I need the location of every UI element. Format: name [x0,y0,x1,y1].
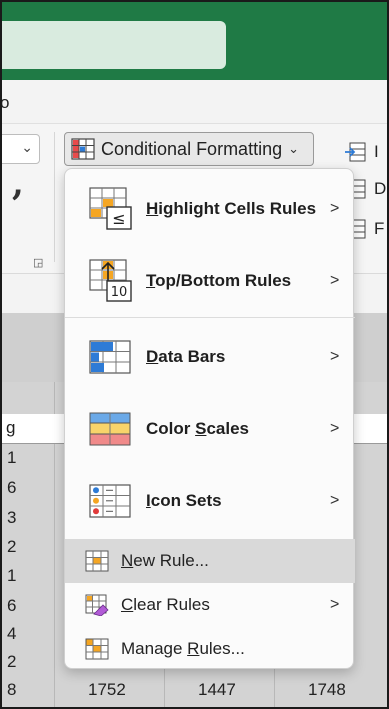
menu-item-label: Top/Bottom Rules [146,271,292,290]
highlight-cells-icon: ≤ [89,187,132,230]
menu-item-data-bars[interactable]: Data Bars > [65,321,355,393]
menu-item-label: New Rule... [121,551,209,570]
dialog-launcher-icon[interactable]: ◲ [33,256,43,269]
table-cell[interactable]: 6 [7,478,16,498]
svg-text:10: 10 [111,285,128,300]
menu-item-clear-rules[interactable]: Clear Rules > [65,583,355,627]
manage-rules-icon [85,638,109,660]
table-cell[interactable]: 4 [7,624,16,644]
table-cell[interactable]: 6 [7,596,16,616]
chevron-right-icon: > [330,272,340,289]
table-cell[interactable]: 2 [7,537,16,557]
search-box[interactable] [2,21,226,69]
menu-item-label: Clear Rules [121,595,210,614]
menu-item-new-rule[interactable]: New Rule... [65,539,355,583]
menu-item-label: Highlight Cells Rules [146,199,317,218]
comma-style-button[interactable]: , [12,164,24,204]
header-cell[interactable]: g [6,418,15,438]
insert-cells-icon [345,142,366,162]
conditional-formatting-icon [71,138,95,160]
number-format-dropdown[interactable]: ⌄ [2,134,40,164]
menu-item-icon-sets[interactable]: Icon Sets > [65,465,355,537]
menu-strip: o [2,80,387,124]
chevron-right-icon: > [330,596,340,613]
menu-item-label: Icon Sets [146,491,222,510]
conditional-formatting-menu: ≤ Highlight Cells Rules > 10 Top/Bottom … [64,168,355,671]
menu-item-top-bottom-rules[interactable]: 10 Top/Bottom Rules > [65,245,355,317]
menu-item-highlight-cells-rules[interactable]: ≤ Highlight Cells Rules > [65,173,355,245]
clear-rules-icon [85,594,109,616]
menu-item-label: Data Bars [146,347,226,366]
chevron-down-icon: ⌄ [288,141,299,156]
conditional-formatting-label: Conditional Formatting [101,138,283,159]
table-cell[interactable]: 1447 [198,680,236,700]
conditional-formatting-button[interactable]: Conditional Formatting ⌄ [64,132,314,166]
chevron-right-icon: > [330,492,340,509]
chevron-right-icon: > [330,420,340,437]
table-cell[interactable]: 3 [7,508,16,528]
menu-item-label: Manage Rules... [121,639,245,658]
table-cell[interactable]: 1 [7,566,16,586]
excel-window: o ⌄ , ◲ Conditional Formatting ⌄ I D F g… [0,0,389,709]
menu-item-color-scales[interactable]: Color Scales > [65,393,355,465]
new-rule-icon [85,550,109,572]
table-cell[interactable]: 2 [7,652,16,672]
insert-cells-button[interactable]: I [344,139,387,165]
menu-divider [65,317,355,318]
table-cell[interactable]: 8 [7,680,16,700]
table-cell[interactable]: 1 [7,448,16,468]
table-cell[interactable]: 1748 [308,680,346,700]
chevron-down-icon: ⌄ [21,139,33,155]
menu-item-manage-rules[interactable]: Manage Rules... [65,627,355,671]
title-bar [2,2,387,80]
menu-item-label: Color Scales [146,419,249,438]
data-bars-icon [89,340,131,374]
top-bottom-icon: 10 [89,259,132,302]
chevron-right-icon: > [330,348,340,365]
chevron-right-icon: > [330,200,340,217]
menu-tab-partial[interactable]: o [2,93,9,113]
icon-sets-icon [89,484,131,518]
ribbon-separator [54,132,55,262]
table-cell[interactable]: 1752 [88,680,126,700]
svg-text:≤: ≤ [112,209,125,228]
color-scales-icon [89,412,131,446]
